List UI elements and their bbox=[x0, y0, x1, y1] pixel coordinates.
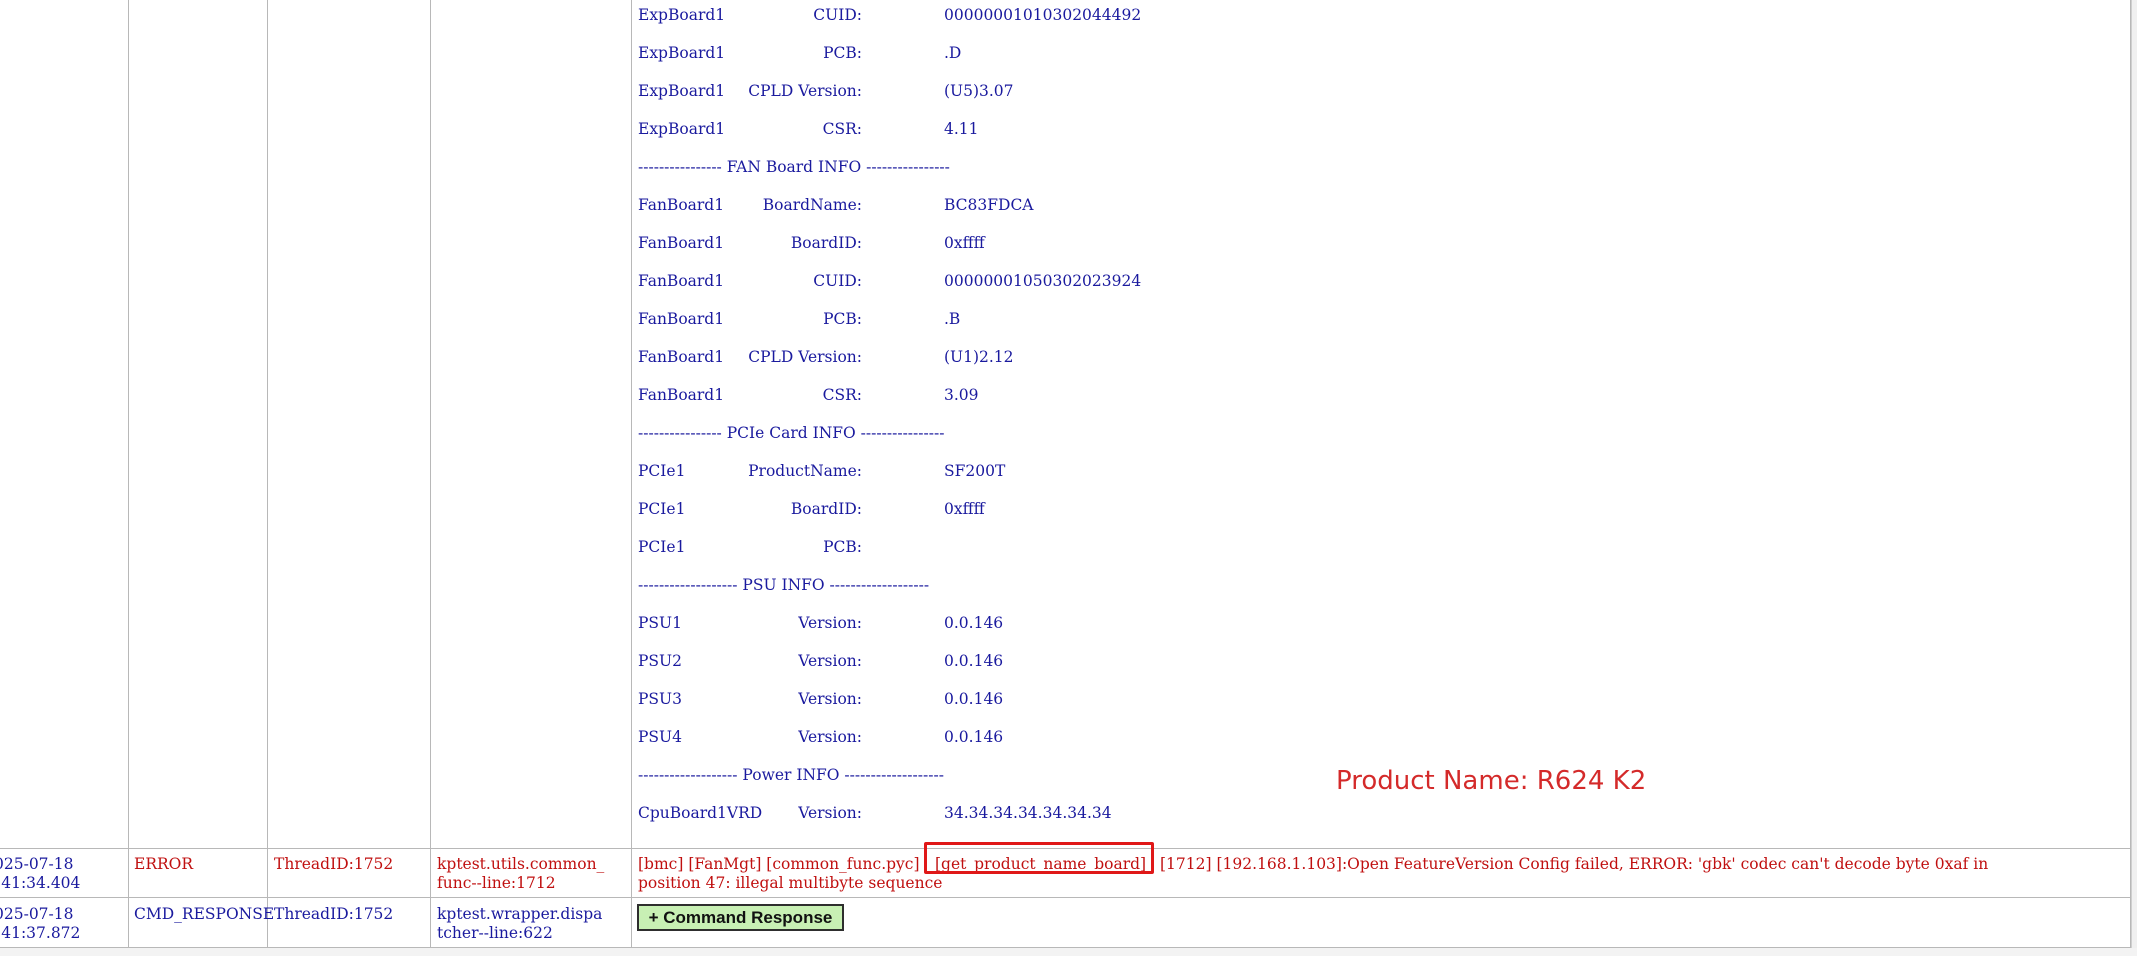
info-field-value: .D bbox=[944, 44, 962, 62]
column-divider bbox=[267, 0, 268, 948]
info-field-value: 00000001010302044492 bbox=[944, 6, 1142, 24]
section-separator: ---------------- PCIe Card INFO --------… bbox=[638, 424, 945, 442]
log-thread: ThreadID:1752 bbox=[274, 855, 394, 873]
log-message-prefix: [bmc] [FanMgt] [common_func.pyc] bbox=[638, 855, 920, 873]
command-response-button[interactable]: + Command Response bbox=[637, 904, 844, 931]
info-board-name: ExpBoard1 bbox=[638, 6, 726, 24]
log-date: 025-07-18 bbox=[0, 855, 74, 873]
info-field-label: CSR: bbox=[822, 120, 862, 138]
log-level: CMD_RESPONSE bbox=[134, 905, 275, 923]
info-field-value: 34.34.34.34.34.34.34 bbox=[944, 804, 1112, 822]
info-field-value: (U5)3.07 bbox=[944, 82, 1014, 100]
column-divider bbox=[128, 0, 129, 948]
info-field-value: .B bbox=[944, 310, 961, 328]
info-field-value: 0.0.146 bbox=[944, 652, 1004, 670]
info-field-value: BC83FDCA bbox=[944, 196, 1034, 214]
section-separator: ---------------- FAN Board INFO --------… bbox=[638, 158, 950, 176]
info-field-label: CUID: bbox=[813, 272, 862, 290]
section-separator: ------------------- PSU INFO -----------… bbox=[638, 576, 930, 594]
row-divider bbox=[0, 897, 2130, 898]
info-board-name: FanBoard1 bbox=[638, 234, 725, 252]
log-time: :41:34.404 bbox=[0, 874, 81, 892]
info-board-name: FanBoard1 bbox=[638, 348, 725, 366]
info-field-label: Version: bbox=[798, 652, 862, 670]
info-field-value: (U1)2.12 bbox=[944, 348, 1014, 366]
log-source-line: tcher--line:622 bbox=[437, 924, 553, 942]
log-time: :41:37.872 bbox=[0, 924, 81, 942]
info-field-label: CPLD Version: bbox=[748, 82, 862, 100]
info-field-label: PCB: bbox=[823, 538, 862, 556]
log-thread: ThreadID:1752 bbox=[274, 905, 394, 923]
info-field-label: Version: bbox=[798, 614, 862, 632]
log-source: kptest.wrapper.dispa bbox=[437, 905, 603, 923]
info-field-value: 0.0.146 bbox=[944, 690, 1004, 708]
info-field-value: 0.0.146 bbox=[944, 614, 1004, 632]
log-date: 025-07-18 bbox=[0, 905, 74, 923]
info-board-name: FanBoard1 bbox=[638, 386, 725, 404]
info-board-name: FanBoard1 bbox=[638, 310, 725, 328]
info-field-label: CUID: bbox=[813, 6, 862, 24]
info-field-label: Version: bbox=[798, 728, 862, 746]
info-field-label: PCB: bbox=[823, 310, 862, 328]
function-highlight-box bbox=[924, 842, 1154, 874]
info-field-value: 0xffff bbox=[944, 500, 985, 518]
info-field-value: 4.11 bbox=[944, 120, 979, 138]
info-field-label: ProductName: bbox=[748, 462, 862, 480]
info-field-value: 00000001050302023924 bbox=[944, 272, 1142, 290]
log-source-line: func--line:1712 bbox=[437, 874, 556, 892]
info-board-name: CpuBoard1VRD bbox=[638, 804, 763, 822]
info-board-name: ExpBoard1 bbox=[638, 82, 726, 100]
info-board-name: PCIe1 bbox=[638, 462, 686, 480]
info-field-label: CSR: bbox=[822, 386, 862, 404]
section-separator: ------------------- Power INFO ---------… bbox=[638, 766, 944, 784]
info-board-name: FanBoard1 bbox=[638, 272, 725, 290]
info-field-value: SF200T bbox=[944, 462, 1006, 480]
info-field-label: Version: bbox=[798, 690, 862, 708]
info-board-name: PSU4 bbox=[638, 728, 682, 746]
product-name-annotation: Product Name: R624 K2 bbox=[1336, 766, 1647, 796]
info-field-label: BoardID: bbox=[790, 500, 862, 518]
info-board-name: PCIe1 bbox=[638, 538, 686, 556]
info-board-name: ExpBoard1 bbox=[638, 44, 726, 62]
log-source: kptest.utils.common_ bbox=[437, 855, 605, 873]
info-board-name: PSU1 bbox=[638, 614, 682, 632]
info-board-name: PSU3 bbox=[638, 690, 682, 708]
info-field-label: PCB: bbox=[823, 44, 862, 62]
horizontal-scrollbar[interactable] bbox=[0, 948, 2137, 956]
column-divider bbox=[430, 0, 431, 948]
column-divider bbox=[631, 0, 632, 948]
info-field-label: BoardID: bbox=[790, 234, 862, 252]
info-field-label: CPLD Version: bbox=[748, 348, 862, 366]
vertical-scrollbar[interactable] bbox=[2131, 0, 2137, 956]
info-field-label: BoardName: bbox=[762, 196, 862, 214]
info-field-value: 0xffff bbox=[944, 234, 985, 252]
log-level: ERROR bbox=[134, 855, 194, 873]
info-board-name: PCIe1 bbox=[638, 500, 686, 518]
info-field-label: Version: bbox=[798, 804, 862, 822]
info-field-value: 0.0.146 bbox=[944, 728, 1004, 746]
log-message-continuation: position 47: illegal multibyte sequence bbox=[638, 874, 943, 892]
info-board-name: ExpBoard1 bbox=[638, 120, 726, 138]
log-message-detail: [1712] [192.168.1.103]:Open FeatureVersi… bbox=[1160, 855, 1989, 873]
info-board-name: PSU2 bbox=[638, 652, 682, 670]
info-board-name: FanBoard1 bbox=[638, 196, 725, 214]
info-field-value: 3.09 bbox=[944, 386, 979, 404]
